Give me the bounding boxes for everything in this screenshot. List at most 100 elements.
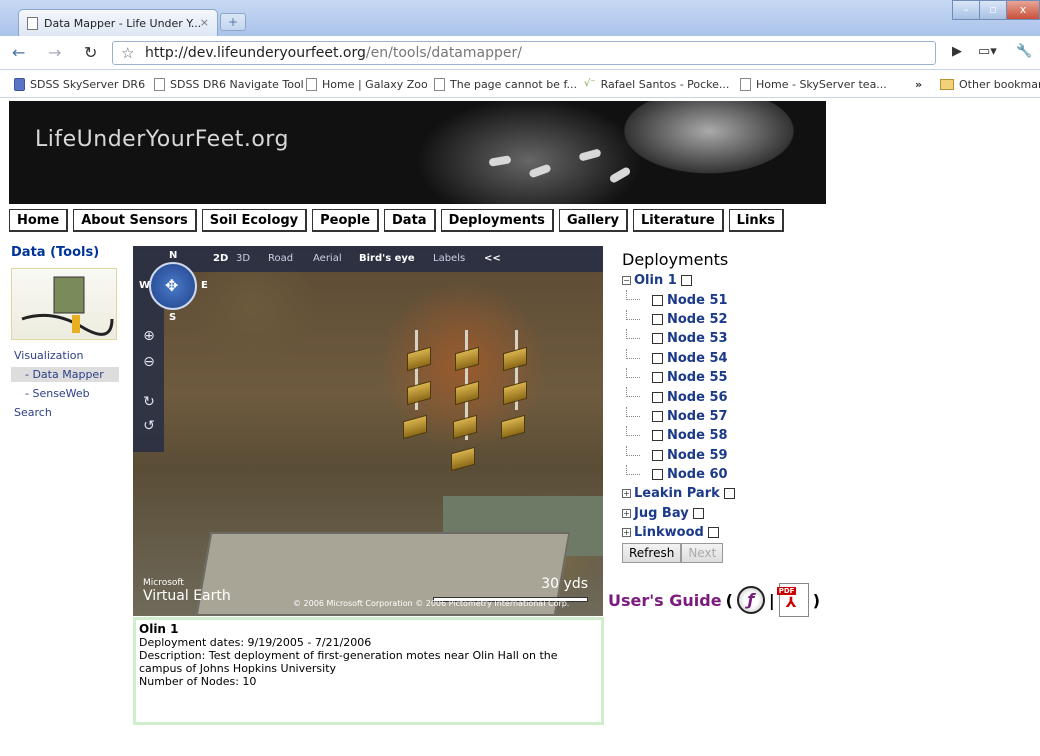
site-logo[interactable]: LifeUnderYourFeet.org — [35, 127, 289, 152]
map-collapse-button[interactable]: << — [484, 253, 501, 264]
zoom-in-icon[interactable]: ⊕ — [139, 328, 159, 348]
node-marker[interactable] — [403, 414, 427, 440]
bookmark-overflow[interactable]: » — [915, 78, 922, 91]
tree-item-node[interactable]: Node 52 — [622, 309, 739, 329]
tree-label: Olin 1 — [634, 273, 677, 289]
bookmark-item[interactable]: Home | Galaxy Zoo — [306, 78, 428, 91]
menu-literature[interactable]: Literature — [633, 209, 724, 232]
other-bookmarks[interactable]: Other bookmarks — [940, 78, 1040, 91]
menu-deployments[interactable]: Deployments — [440, 209, 554, 232]
checkbox[interactable] — [652, 391, 663, 403]
map-2d-button[interactable]: 2D — [213, 253, 228, 264]
browser-tab[interactable]: Data Mapper - Life Under Y... × — [18, 9, 218, 36]
tree-item-node[interactable]: Node 54 — [622, 348, 739, 368]
checkbox[interactable] — [680, 275, 692, 287]
compass-control[interactable]: N S E W ✥ — [139, 250, 208, 323]
node-marker[interactable] — [407, 346, 431, 372]
tree-item-node[interactable]: Node 53 — [622, 329, 739, 348]
go-icon[interactable]: ▶ — [952, 44, 962, 59]
checkbox[interactable] — [652, 333, 663, 345]
menu-home[interactable]: Home — [9, 209, 69, 232]
sidebar-link-senseweb[interactable]: - SenseWeb — [11, 386, 119, 401]
bookmark-item[interactable]: SDSS DR6 Navigate Tool — [154, 78, 304, 91]
sidebar-link-visualization[interactable]: Visualization — [11, 348, 119, 363]
menu-gallery[interactable]: Gallery — [558, 209, 628, 232]
node-marker[interactable] — [503, 346, 527, 372]
checkbox[interactable] — [652, 372, 663, 384]
node-marker[interactable] — [407, 380, 431, 406]
map-view[interactable]: 2D 3D Road Aerial Bird's eye Labels << ⊕… — [133, 246, 603, 616]
star-icon[interactable]: ☆ — [121, 42, 134, 64]
node-marker[interactable] — [455, 380, 479, 406]
node-marker[interactable] — [503, 380, 527, 406]
node-marker[interactable] — [451, 446, 475, 472]
rotate-right-icon[interactable]: ↻ — [139, 394, 159, 414]
rotate-left-icon[interactable]: ↺ — [139, 418, 159, 438]
flash-icon[interactable]: ƒ — [736, 586, 765, 614]
bookmark-item[interactable]: SDSS SkyServer DR6 — [14, 78, 145, 91]
checkbox[interactable] — [707, 527, 719, 539]
checkbox[interactable] — [652, 313, 663, 325]
close-window-icon[interactable]: x — [1006, 0, 1040, 20]
tree-item-node[interactable]: Node 57 — [622, 406, 739, 426]
bookmark-item[interactable]: The page cannot be f... — [434, 78, 577, 91]
expand-icon[interactable]: + — [622, 528, 631, 538]
paren-open: ( — [725, 590, 733, 610]
wrench-icon[interactable]: 🔧 — [1016, 44, 1032, 59]
map-road-button[interactable]: Road — [268, 253, 293, 264]
page-menu-icon[interactable]: ▭▾ — [978, 44, 997, 59]
menu-soil-ecology[interactable]: Soil Ecology — [201, 209, 308, 232]
node-marker[interactable] — [501, 414, 525, 440]
tree-item-node[interactable]: Node 58 — [622, 426, 739, 445]
tree-item-node[interactable]: Node 56 — [622, 387, 739, 406]
collapse-icon[interactable]: − — [622, 276, 631, 286]
tab-close-icon[interactable]: × — [200, 16, 209, 29]
sidebar-link-search[interactable]: Search — [11, 405, 119, 420]
node-marker[interactable] — [455, 346, 479, 372]
tree-item-node[interactable]: Node 51 — [622, 290, 739, 309]
expand-icon[interactable]: + — [622, 508, 631, 518]
expand-icon[interactable]: + — [622, 489, 631, 499]
maximize-icon[interactable]: ▫ — [979, 0, 1007, 20]
map-labels-button[interactable]: Labels — [433, 253, 465, 264]
scale-text: 30 yds — [541, 576, 588, 592]
tree-item-linkwood[interactable]: + Linkwood — [622, 523, 739, 542]
pdf-icon[interactable]: PDF ⅄ — [776, 583, 809, 617]
node-marker[interactable] — [453, 414, 477, 440]
map-aerial-button[interactable]: Aerial — [313, 253, 342, 264]
menu-data[interactable]: Data — [384, 209, 436, 232]
menu-about-sensors[interactable]: About Sensors — [73, 209, 197, 232]
new-tab-button[interactable]: + — [220, 13, 246, 31]
reload-icon[interactable]: ↻ — [84, 43, 97, 62]
zoom-out-icon[interactable]: ⊖ — [139, 354, 159, 374]
tree-item-leakin-park[interactable]: + Leakin Park — [622, 484, 739, 503]
tree-item-node[interactable]: Node 60 — [622, 464, 739, 484]
bookmark-item[interactable]: Home - SkyServer tea... — [740, 78, 887, 91]
sidebar-link-data-mapper[interactable]: - Data Mapper — [11, 367, 119, 382]
users-guide-link[interactable]: User's Guide — [608, 591, 722, 610]
checkbox[interactable] — [652, 294, 663, 306]
checkbox[interactable] — [652, 469, 663, 481]
checkbox[interactable] — [652, 352, 663, 364]
tree-item-jug-bay[interactable]: + Jug Bay — [622, 504, 739, 523]
back-icon[interactable]: ← — [12, 43, 25, 62]
checkbox[interactable] — [652, 449, 663, 461]
map-birdseye-button[interactable]: Bird's eye — [359, 253, 415, 264]
address-bar[interactable]: ☆ http://dev.lifeunderyourfeet.org/en/to… — [112, 41, 936, 65]
minimize-icon[interactable]: – — [952, 0, 980, 20]
refresh-button[interactable]: Refresh — [622, 543, 682, 564]
checkbox[interactable] — [692, 507, 704, 519]
checkbox[interactable] — [723, 488, 735, 500]
menu-people[interactable]: People — [312, 209, 380, 232]
tree-item-node[interactable]: Node 55 — [622, 367, 739, 387]
info-nodes: Number of Nodes: 10 — [139, 675, 257, 688]
forward-icon[interactable]: → — [48, 43, 61, 62]
menu-links[interactable]: Links — [728, 209, 785, 232]
tree-item-olin[interactable]: − Olin 1 — [622, 271, 739, 290]
tree-item-node[interactable]: Node 59 — [622, 445, 739, 465]
checkbox[interactable] — [652, 410, 663, 422]
checkbox[interactable] — [652, 430, 663, 442]
map-3d-button[interactable]: 3D — [236, 253, 250, 264]
bookmark-item[interactable]: √⁻ Rafael Santos - Pocke... — [584, 78, 729, 91]
next-button[interactable]: Next — [681, 543, 724, 564]
